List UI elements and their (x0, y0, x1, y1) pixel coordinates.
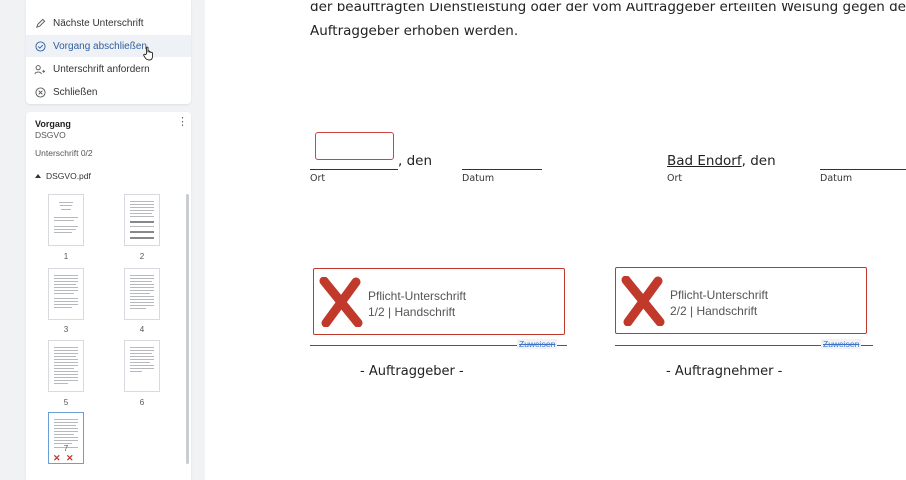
menu-item-label: Nächste Unterschrift (53, 17, 144, 29)
page-thumbnail-selected[interactable]: ✕ ✕ (48, 412, 84, 464)
sidebar: Nächste Unterschrift Vorgang abschließen… (0, 0, 205, 480)
signature-title: Pflicht-Unterschrift (670, 288, 769, 302)
signature-field-client[interactable]: Pflicht-Unterschrift 1/2 | Handschrift (313, 268, 565, 335)
process-title: Vorgang (35, 119, 71, 129)
page-number: 5 (63, 398, 69, 407)
page-number: 2 (139, 252, 145, 261)
page-number: 4 (139, 325, 145, 334)
den-text: , den (398, 153, 433, 169)
signature-marker-icon: ✕ (53, 453, 61, 463)
date-underline (820, 169, 906, 170)
page-number: 6 (139, 398, 145, 407)
page-thumbnail[interactable] (48, 268, 84, 320)
file-name: DSGVO.pdf (46, 171, 91, 181)
place-label: Ort (310, 173, 326, 184)
process-subtitle: DSGVO (35, 130, 66, 140)
assign-button[interactable]: Zuweisen (517, 339, 558, 349)
signature-count: Unterschrift 0/2 (35, 148, 93, 158)
page-thumbnail[interactable] (124, 194, 160, 246)
page-thumbnail[interactable] (124, 340, 160, 392)
close-circle-icon (34, 86, 46, 98)
page-thumbnail[interactable] (48, 194, 84, 246)
signature-title: Pflicht-Unterschrift (368, 289, 467, 303)
page-thumbnail[interactable] (48, 340, 84, 392)
date-label: Datum (462, 173, 495, 184)
role-label: - Auftragnehmer - (666, 364, 783, 379)
document-text-line: Auftraggeber erhoben werden. (310, 23, 519, 39)
place-label: Ort (667, 173, 683, 184)
place-input-field[interactable] (315, 132, 394, 160)
signature-detail: 1/2 | Handschrift (368, 305, 456, 319)
action-menu: Nächste Unterschrift Vorgang abschließen… (26, 0, 191, 104)
assign-button[interactable]: Zuweisen (821, 339, 862, 349)
file-toggle[interactable]: DSGVO.pdf (35, 171, 91, 181)
required-x-icon (621, 276, 665, 326)
process-panel: Vorgang DSGVO ⋮ Unterschrift 0/2 DSGVO.p… (26, 112, 191, 480)
hand-cursor-icon (143, 46, 155, 66)
thumbnail-scrollbar[interactable] (186, 194, 189, 464)
person-add-icon (34, 63, 46, 75)
document-view: der beauftragten Dienstleistung oder der… (205, 0, 906, 480)
page-number: 7 (63, 444, 69, 453)
menu-item-label: Vorgang abschließen (53, 40, 147, 52)
document-text-line: der beauftragten Dienstleistung oder der… (310, 3, 906, 15)
collapse-triangle-icon (35, 174, 41, 178)
menu-item-complete-process[interactable]: Vorgang abschließen (26, 35, 191, 57)
signature-marker-icon: ✕ (66, 453, 74, 463)
menu-item-next-signature[interactable]: Nächste Unterschrift (26, 12, 191, 34)
page-number: 3 (63, 325, 69, 334)
more-options-icon[interactable]: ⋮ (177, 117, 188, 128)
menu-item-close[interactable]: Schließen (26, 81, 191, 103)
pen-icon (34, 17, 46, 29)
date-underline (462, 169, 542, 170)
date-label: Datum (820, 173, 853, 184)
signature-field-contractor[interactable]: Pflicht-Unterschrift 2/2 | Handschrift (615, 267, 867, 334)
menu-item-request-signature[interactable]: Unterschrift anfordern (26, 58, 191, 80)
menu-item-label: Unterschrift anfordern (53, 63, 150, 75)
menu-item-label: Schließen (53, 86, 98, 98)
signature-detail: 2/2 | Handschrift (670, 304, 758, 318)
place-value: Bad Endorf, den (667, 153, 776, 169)
role-label: - Auftraggeber - (360, 364, 464, 379)
check-circle-icon (34, 40, 46, 52)
place-underline (310, 169, 398, 170)
page-thumbnail[interactable] (124, 268, 160, 320)
required-x-icon (319, 277, 363, 327)
page-number: 1 (63, 252, 69, 261)
